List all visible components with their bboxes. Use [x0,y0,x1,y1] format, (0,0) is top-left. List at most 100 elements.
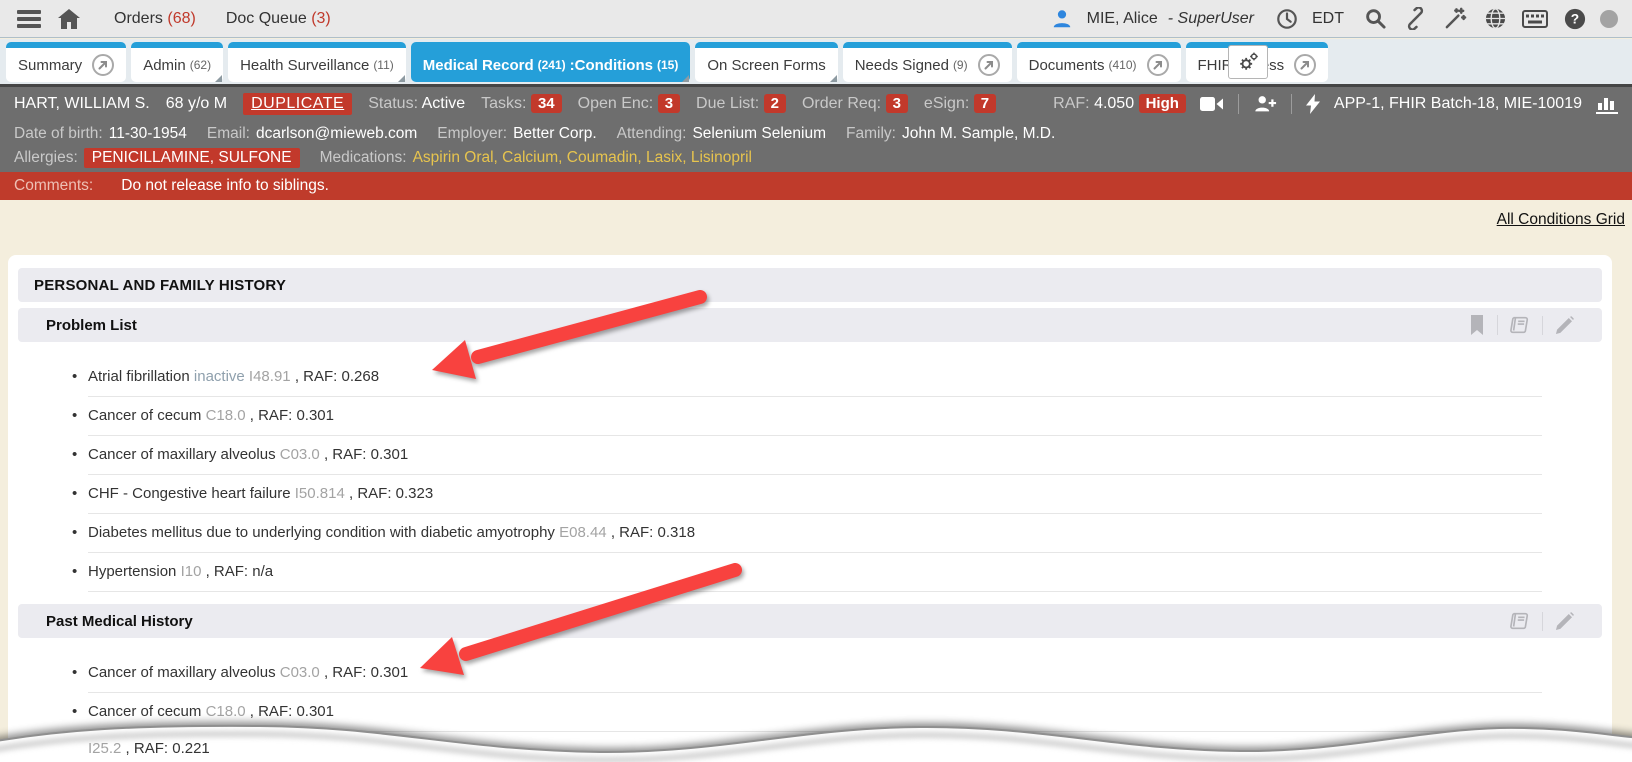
tasks-badge[interactable]: 34 [531,94,562,113]
user-role: - SuperUser [1168,10,1254,28]
globe-icon[interactable] [1480,4,1510,34]
past-medical-history-header: Past Medical History [18,604,1602,638]
condition-name: Hypertension [88,563,176,580]
clock-icon[interactable] [1272,4,1302,34]
condition-item[interactable]: I25.2 , RAF: 0.221 [88,732,1542,762]
external-link-icon[interactable] [978,54,1000,76]
all-conditions-grid-link[interactable]: All Conditions Grid [1497,211,1625,229]
raf-value: 0.301 [371,664,409,681]
keyboard-icon[interactable] [1520,4,1550,34]
raf-prefix: , RAF: [206,563,249,580]
raf-level-badge[interactable]: High [1139,94,1186,113]
dob-label: Date of birth: [14,125,103,143]
journal-icon[interactable] [1498,611,1542,631]
section-header-personal-family-history: PERSONAL AND FAMILY HISTORY [18,268,1602,302]
employer-label: Employer: [437,125,507,143]
condition-name: Cancer of cecum [88,407,201,424]
condition-code-link[interactable]: C18.0 [206,407,246,424]
condition-item[interactable]: Diabetes mellitus due to underlying cond… [88,514,1542,553]
chart-tab[interactable]: Admin (62) [131,42,223,82]
chart-icon[interactable] [1596,94,1618,114]
user-name[interactable]: MIE, Alice [1087,10,1158,28]
tab-subcount: (15) [657,58,678,72]
hamburger-menu-icon[interactable] [14,4,44,34]
orders-link[interactable]: Orders (68) [114,10,196,28]
chart-tab[interactable]: Medical Record (241) :Conditions (15) [411,42,691,82]
user-avatar-icon[interactable] [1047,4,1077,34]
bolt-icon[interactable] [1306,94,1320,114]
condition-code-link[interactable]: I10 [181,563,202,580]
email-value[interactable]: dcarlson@mieweb.com [256,125,417,143]
search-icon[interactable] [1360,4,1390,34]
tab-label: On Screen Forms [707,57,825,74]
external-link-icon[interactable] [92,54,114,76]
condition-item[interactable]: Cancer of cecum C18.0 , RAF: 0.301 [88,693,1542,732]
tab-fold-corner [398,75,405,82]
duplicate-flag[interactable]: DUPLICATE [243,93,352,115]
webchart-app: Orders (68) Doc Queue (3) MIE, Alice - S… [0,0,1632,762]
due-list-badge[interactable]: 2 [764,94,786,113]
condition-code-link[interactable]: C03.0 [280,664,320,681]
timezone-label: EDT [1312,10,1344,28]
divider [1291,94,1292,114]
condition-status: inactive [194,368,245,385]
medications-links[interactable]: Aspirin Oral, Calcium, Coumadin, Lasix, … [413,149,752,167]
family-label: Family: [846,125,896,143]
tab-count: (62) [190,58,211,72]
tab-label: Needs Signed [855,57,949,74]
patient-banner: HART, WILLIAM S. 68 y/o M DUPLICATE Stat… [0,84,1632,120]
bookmark-icon[interactable] [1457,315,1497,335]
session-status-dot [1600,10,1618,28]
employer-value: Better Corp. [513,125,597,143]
wand-icon[interactable] [1440,4,1470,34]
condition-code-link[interactable]: E08.44 [559,524,607,541]
esign-badge[interactable]: 7 [974,94,996,113]
open-enc-badge[interactable]: 3 [658,94,680,113]
order-req-label: Order Req: [802,95,881,112]
home-icon[interactable] [54,4,84,34]
help-icon[interactable]: ? [1560,4,1590,34]
edit-pencil-icon[interactable] [1542,316,1586,335]
condition-code-link[interactable]: C18.0 [206,703,246,720]
tab-fold-corner [682,75,689,82]
condition-item[interactable]: CHF - Congestive heart failure I50.814 ,… [88,475,1542,514]
journal-icon[interactable] [1497,315,1542,335]
patient-age-sex: 68 y/o M [166,95,227,113]
chart-tab[interactable]: On Screen Forms [695,42,837,82]
condition-item[interactable]: Hypertension I10 , RAF: n/a [88,553,1542,592]
divider [1238,94,1239,114]
due-list-label: Due List: [696,95,759,112]
condition-name: Cancer of maxillary alveolus [88,446,276,463]
raf-value: 0.268 [342,368,380,385]
tab-settings-button[interactable] [1228,45,1268,79]
patient-demographics: Date of birth:11-30-1954 Email:dcarlson@… [0,120,1632,172]
edit-pencil-icon[interactable] [1542,612,1586,631]
condition-item[interactable]: Cancer of maxillary alveolus C03.0 , RAF… [88,654,1542,693]
chart-tab[interactable]: Documents (410) [1017,42,1181,82]
problem-list: Atrial fibrillation inactive I48.91 , RA… [18,358,1602,592]
link-icon[interactable] [1400,4,1430,34]
tab-count: (241) [538,58,566,72]
condition-code-link[interactable]: I50.814 [295,485,345,502]
tab-fold-corner [215,75,222,82]
tab-count: (410) [1108,58,1136,72]
condition-name: CHF - Congestive heart failure [88,485,291,502]
allergies-value[interactable]: PENICILLAMINE, SULFONE [84,148,300,168]
external-link-icon[interactable] [1147,54,1169,76]
add-patient-icon[interactable] [1253,94,1277,114]
external-link-icon[interactable] [1294,54,1316,76]
condition-item[interactable]: Cancer of maxillary alveolus C03.0 , RAF… [88,436,1542,475]
chart-tab[interactable]: Needs Signed (9) [843,42,1012,82]
condition-code-link[interactable]: I25.2 [88,740,121,757]
condition-code-link[interactable]: I48.91 [249,368,291,385]
condition-item[interactable]: Cancer of cecum C18.0 , RAF: 0.301 [88,397,1542,436]
doc-queue-link[interactable]: Doc Queue (3) [226,10,331,28]
condition-code-link[interactable]: C03.0 [280,446,320,463]
app-info: APP-1, FHIR Batch-18, MIE-10019 [1334,95,1582,113]
raf-value: 0.301 [371,446,409,463]
order-req-badge[interactable]: 3 [886,94,908,113]
chart-tab[interactable]: Health Surveillance (11) [228,42,406,82]
chart-tab[interactable]: Summary [6,42,126,82]
video-camera-icon[interactable] [1200,95,1224,113]
condition-item[interactable]: Atrial fibrillation inactive I48.91 , RA… [88,358,1542,397]
